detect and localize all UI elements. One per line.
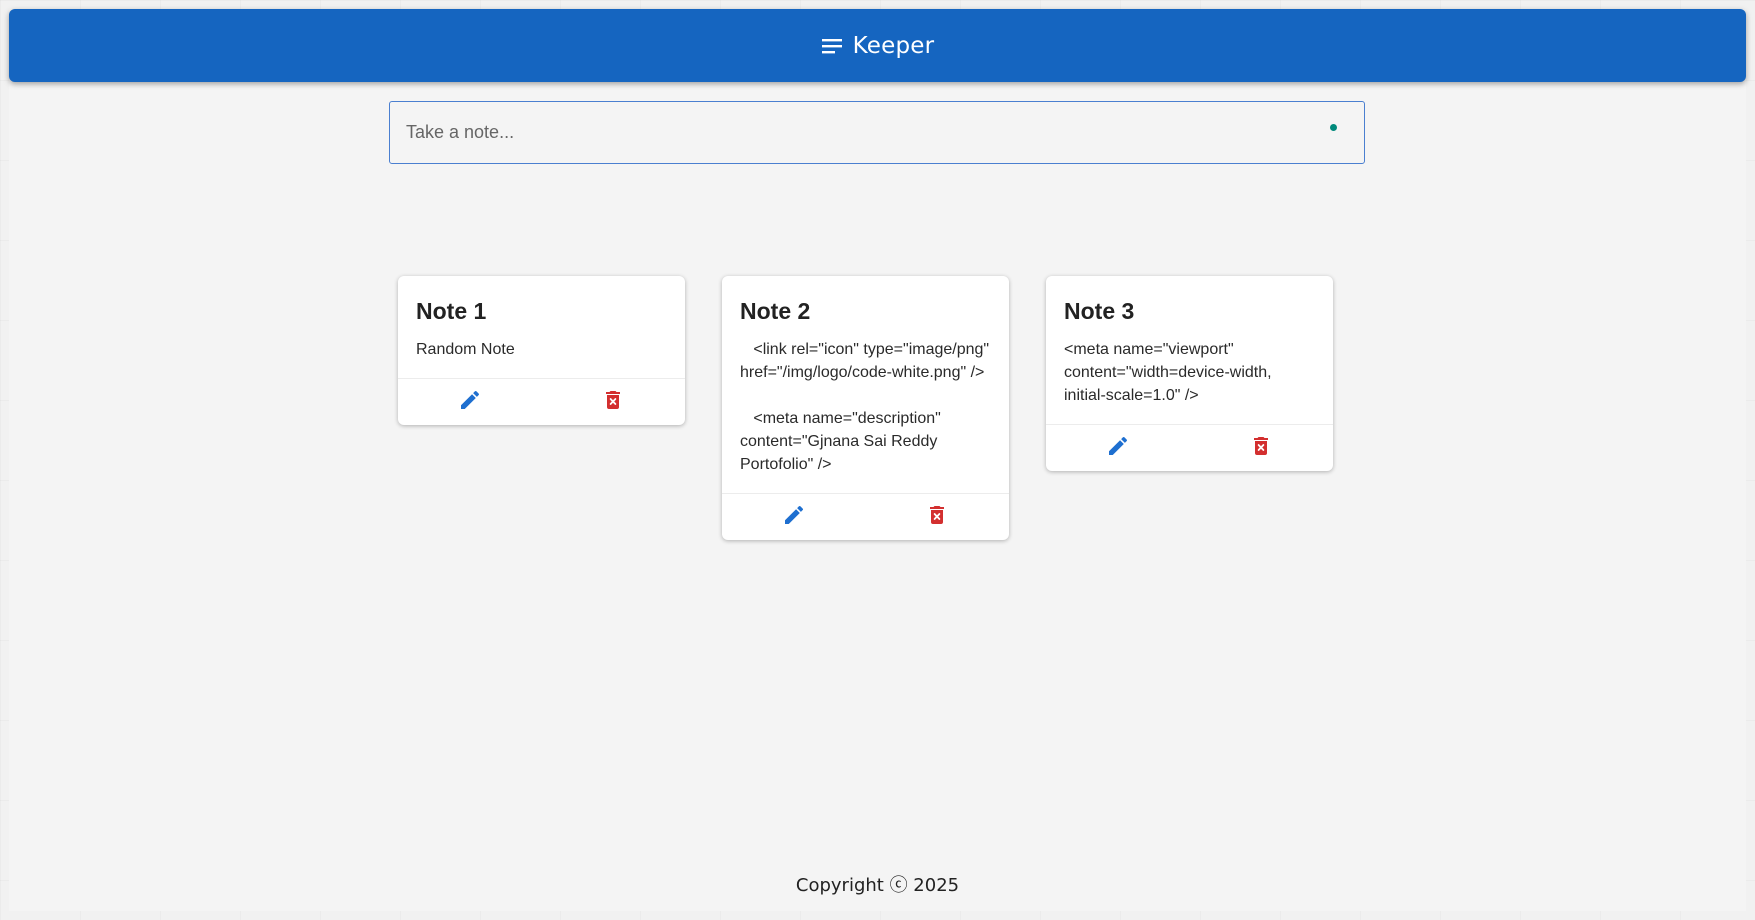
delete-note-button[interactable]: [917, 497, 957, 537]
note-card: Note 3 <meta name="viewport" content="wi…: [1046, 276, 1333, 472]
edit-note-button[interactable]: [774, 497, 814, 537]
delete-icon: [601, 388, 625, 417]
take-note-input[interactable]: [390, 102, 1364, 163]
app-root: Keeper Note 1 Random Note: [9, 9, 1746, 911]
status-dot-icon: [1330, 124, 1337, 131]
note-title: Note 1: [416, 298, 487, 324]
app-header: Keeper: [9, 9, 1746, 82]
note-content: <link rel="icon" type="image/png" href="…: [740, 341, 990, 474]
delete-icon: [1249, 434, 1273, 463]
app-title: Keeper: [852, 32, 935, 59]
note-body: Note 1 Random Note: [398, 276, 685, 378]
edit-note-button[interactable]: [1098, 428, 1138, 468]
note-actions: [398, 378, 685, 425]
note-title: Note 3: [1064, 298, 1135, 324]
brand: Keeper: [821, 33, 935, 59]
menu-icon[interactable]: [821, 37, 843, 55]
note-card: Note 2 <link rel="icon" type="image/png"…: [722, 276, 1009, 541]
note-actions: [1046, 424, 1333, 471]
delete-icon: [925, 503, 949, 532]
note-content: Random Note: [416, 341, 515, 359]
note-actions: [722, 493, 1009, 540]
note-body: Note 2 <link rel="icon" type="image/png"…: [722, 276, 1009, 493]
note-body: Note 3 <meta name="viewport" content="wi…: [1046, 276, 1333, 424]
copyright-text: Copyright ⓒ 2025: [795, 875, 960, 896]
delete-note-button[interactable]: [1241, 428, 1281, 468]
note-input-container: [389, 101, 1365, 164]
footer: Copyright ⓒ 2025: [9, 871, 1746, 897]
edit-note-button[interactable]: [450, 382, 490, 422]
delete-note-button[interactable]: [593, 382, 633, 422]
notes-grid: Note 1 Random Note Note 2 <link rel="ico…: [398, 276, 1358, 616]
note-content: <meta name="viewport" content="width=dev…: [1064, 341, 1277, 405]
note-card: Note 1 Random Note: [398, 276, 685, 426]
note-title: Note 2: [740, 298, 811, 324]
edit-icon: [458, 388, 482, 417]
edit-icon: [782, 503, 806, 532]
edit-icon: [1106, 434, 1130, 463]
